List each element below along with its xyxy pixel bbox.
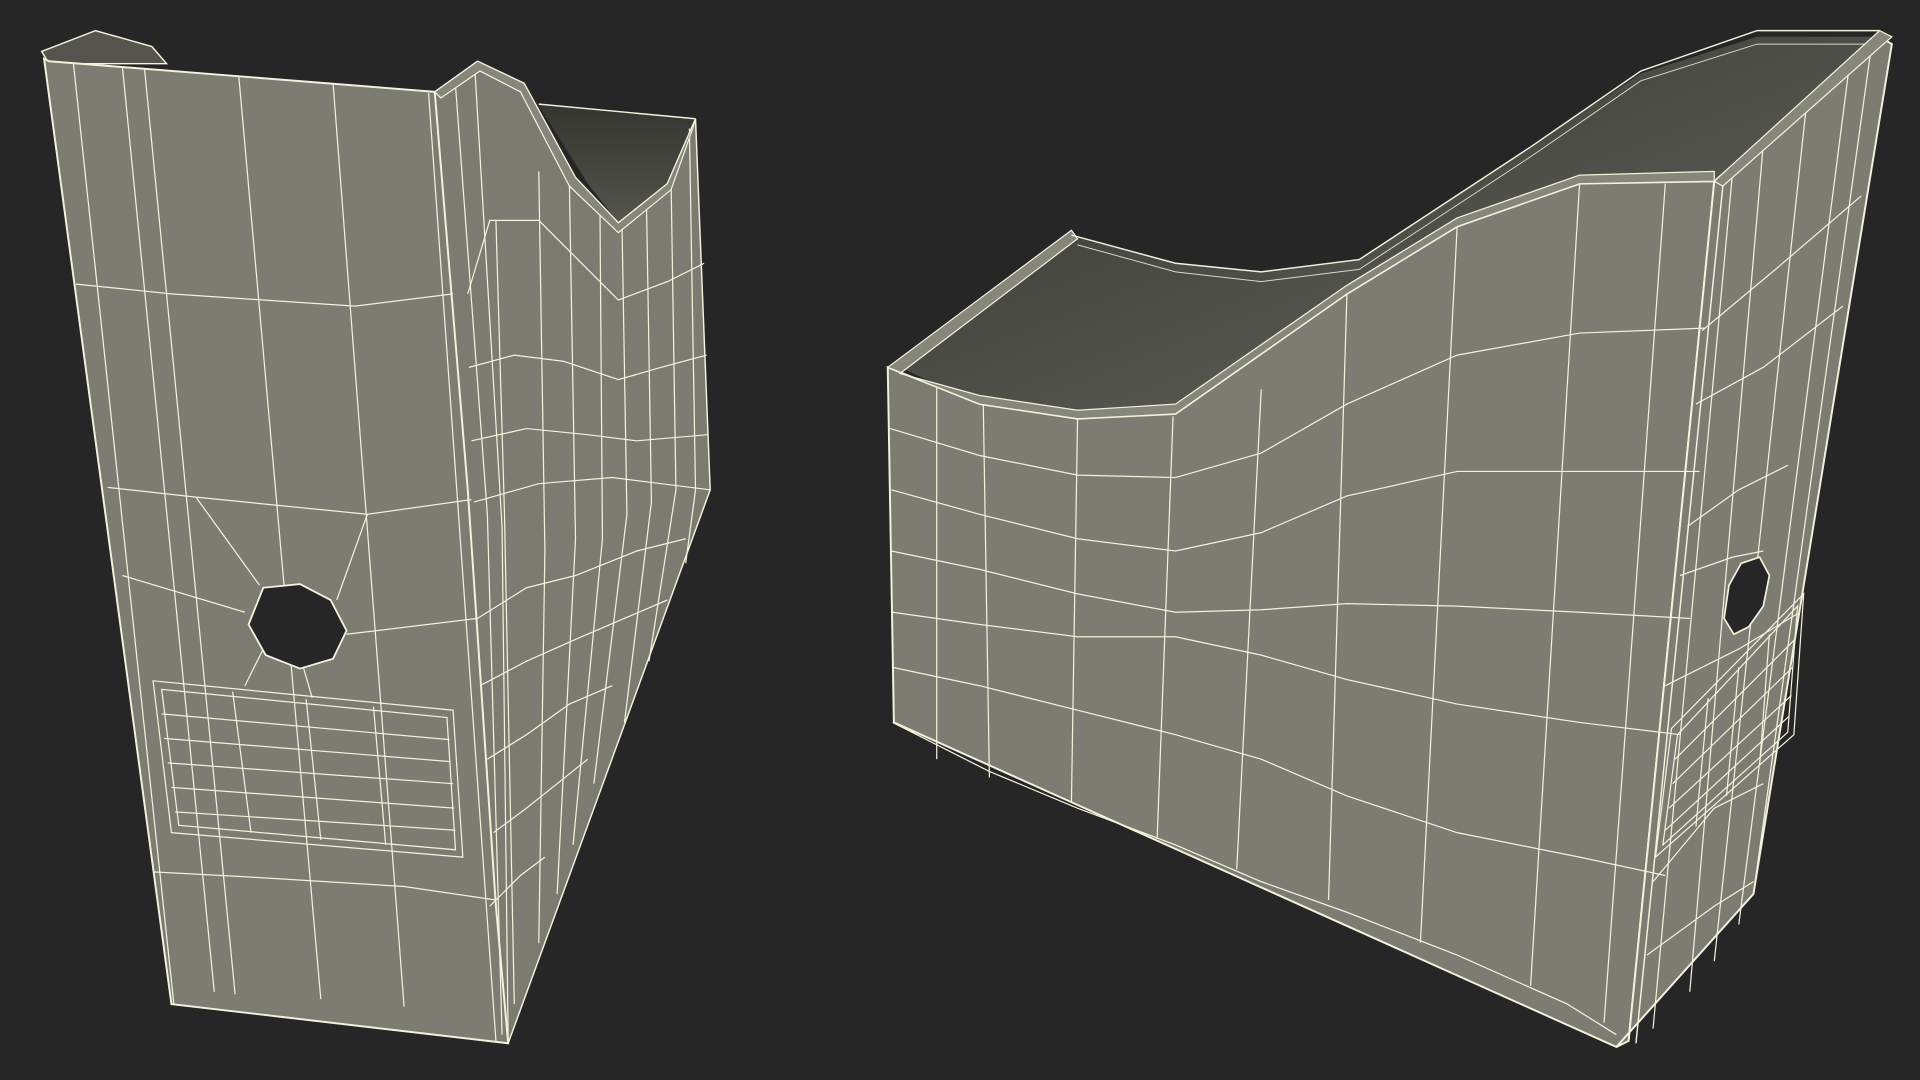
file-holder-angled-view [886,29,1893,1049]
holder-rim-left [40,29,169,65]
holder-front-face [42,57,510,1045]
scene-canvas [40,29,1893,1049]
file-holder-front-view [40,29,711,1045]
render-viewport [0,0,1920,1080]
